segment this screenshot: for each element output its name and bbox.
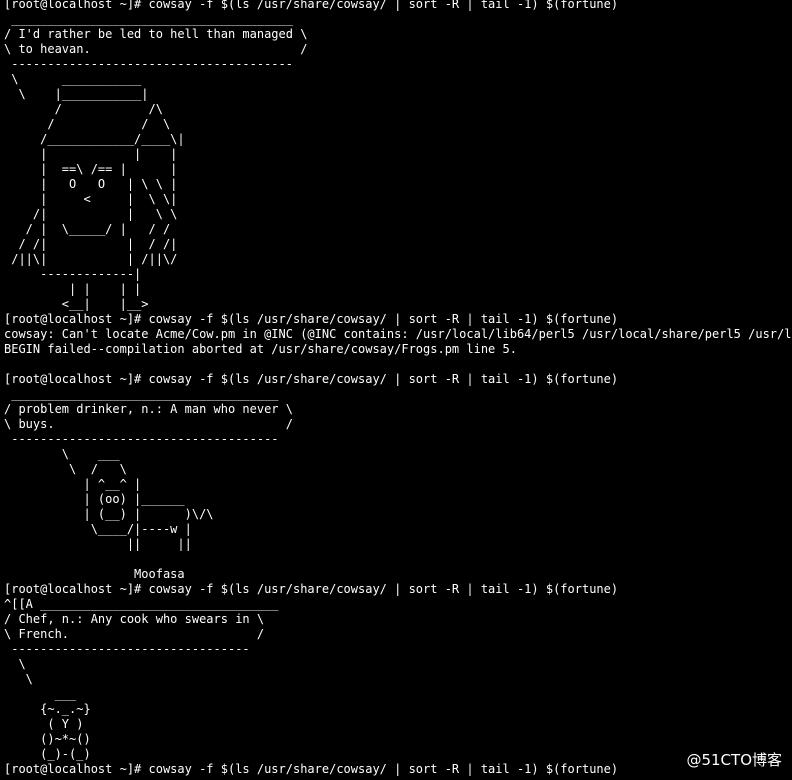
ascii-art-line: | | | | — [4, 282, 142, 296]
ascii-art-line: || || — [4, 537, 192, 551]
speech-bubble-line: _____________________________________ — [4, 387, 279, 401]
ascii-art-line: -------------| — [4, 267, 142, 281]
ascii-art-caption: Moofasa — [4, 567, 185, 581]
ascii-art-line: | | | — [4, 147, 178, 161]
ascii-art-line: /||\| | /||\/ — [4, 252, 178, 266]
ascii-art-line: <__| |__> — [4, 297, 149, 311]
speech-bubble-line: / Chef, n.: Any cook who swears in \ — [4, 612, 265, 626]
ascii-art-line: | < | \ \| — [4, 192, 178, 206]
speech-bubble-line: _______________________________________ — [4, 12, 293, 26]
speech-bubble-line: \ buys. / — [4, 417, 293, 431]
ascii-art-line: / /\ — [4, 102, 163, 116]
ascii-art-line: \ ___ — [4, 447, 120, 461]
prompt-line: [root@localhost ~]# cowsay -f $(ls /usr/… — [4, 762, 619, 776]
ascii-art-line: | (oo) |______ — [4, 492, 185, 506]
ascii-art-line: \ — [4, 672, 33, 686]
ascii-art-line: \ ___________ — [4, 72, 142, 86]
speech-bubble-line: --------------------------------------- — [4, 57, 293, 71]
ascii-art-line: /| | \ \ — [4, 207, 178, 221]
ascii-art-line: \ / \ — [4, 462, 127, 476]
ascii-art-line: ( Y ) — [4, 717, 84, 731]
ascii-art-line: | ^__^ | — [4, 477, 142, 491]
prompt-line: [root@localhost ~]# cowsay -f $(ls /usr/… — [4, 312, 619, 326]
ascii-art-line: | (__) | )\/\ — [4, 507, 214, 521]
ascii-art-line: | O O | \ \ | — [4, 177, 178, 191]
speech-bubble-line: ------------------------------------- — [4, 432, 279, 446]
speech-bubble-line: \ to heavan. / — [4, 42, 308, 56]
speech-bubble-line: / problem drinker, n.: A man who never \ — [4, 402, 293, 416]
terminal-window[interactable]: [root@localhost ~]# cowsay -f $(ls /usr/… — [0, 0, 792, 780]
ascii-art-line: \ — [4, 657, 26, 671]
ascii-art-line: / | \_____/ | / / — [4, 222, 171, 236]
speech-bubble-line: / I'd rather be led to hell than managed… — [4, 27, 308, 41]
speech-bubble-line: \ French. / — [4, 627, 265, 641]
error-output-line: cowsay: Can't locate Acme/Cow.pm in @INC… — [4, 327, 792, 341]
ascii-art-line: (_)-(_) — [4, 747, 91, 761]
prompt-line: [root@localhost ~]# cowsay -f $(ls /usr/… — [4, 372, 619, 386]
ascii-art-line: ()~*~() — [4, 732, 91, 746]
ascii-art-line: ___ — [4, 687, 77, 701]
ascii-art-line: / / \ — [4, 117, 171, 131]
ascii-art-line: \____/|----w | — [4, 522, 192, 536]
prompt-line: [root@localhost ~]# cowsay -f $(ls /usr/… — [4, 0, 619, 11]
error-output-line: BEGIN failed--compilation aborted at /us… — [4, 342, 517, 356]
speech-bubble-line: ^[[A _________________________________ — [4, 597, 279, 611]
prompt-line: [root@localhost ~]# cowsay -f $(ls /usr/… — [4, 582, 619, 596]
ascii-art-line: {~._.~} — [4, 702, 91, 716]
watermark-text: @51CTO博客 — [686, 751, 782, 769]
ascii-art-line: / /| | / /| — [4, 237, 178, 251]
ascii-art-line: /____________/____\| — [4, 132, 185, 146]
speech-bubble-line: --------------------------------- — [4, 642, 250, 656]
ascii-art-line: \ |___________| — [4, 87, 149, 101]
ascii-art-line: | ==\ /== | | — [4, 162, 178, 176]
